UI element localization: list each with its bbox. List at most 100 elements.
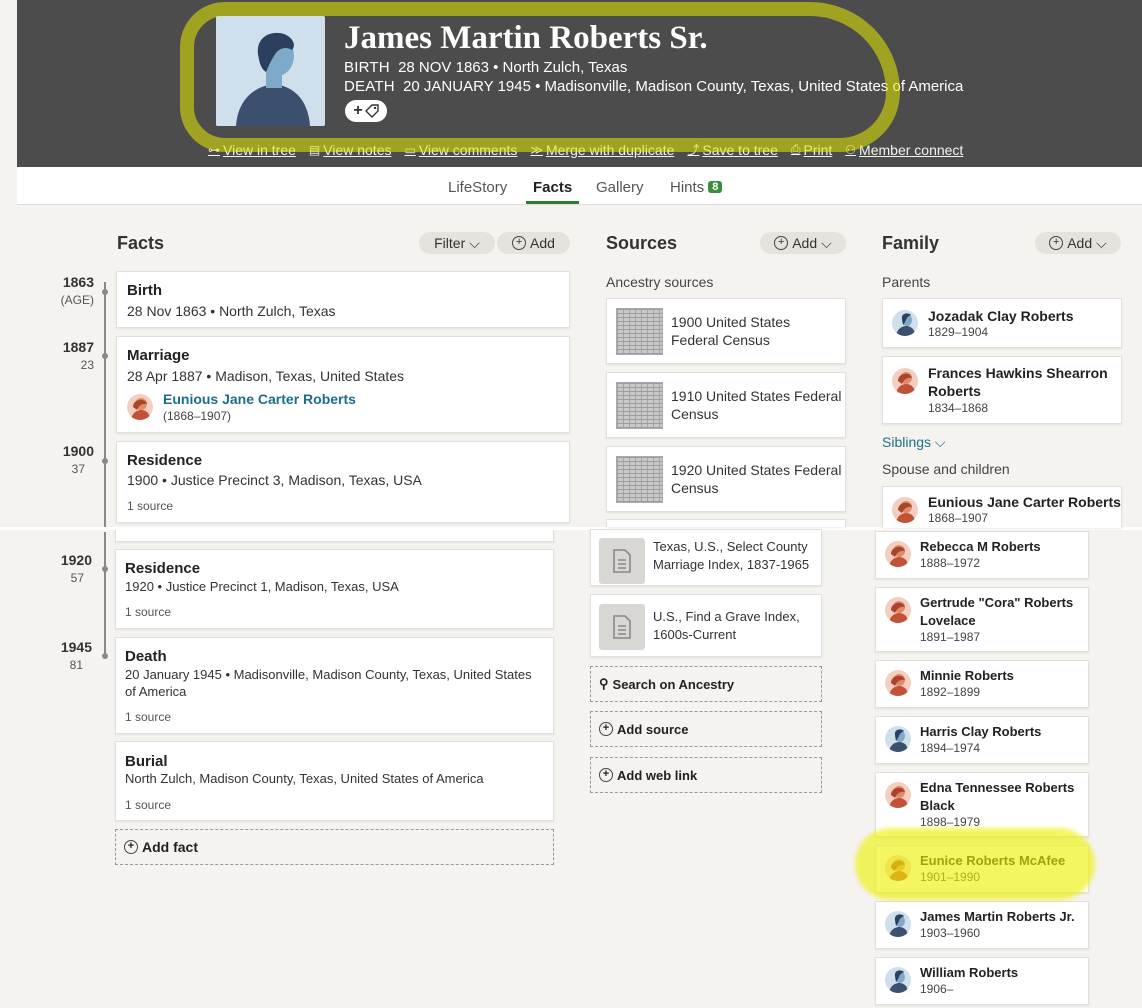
fact-source-count[interactable]: 1 source	[125, 710, 171, 724]
view-notes-label: View notes	[323, 141, 392, 158]
print-icon: ⎙	[790, 142, 801, 156]
document-icon	[599, 538, 645, 584]
add-web-link-label: Add web link	[617, 767, 698, 783]
timeline-year: 1900	[62, 443, 94, 459]
timeline-age: 81	[69, 658, 83, 672]
search-on-ancestry-button[interactable]: ⚲ Search on Ancestry	[590, 666, 822, 702]
family-card-child[interactable]: Harris Clay Roberts 1894–1974	[875, 716, 1089, 764]
fact-source-count[interactable]: 1 source	[125, 605, 171, 619]
tab-hints-label: Hints	[670, 179, 705, 196]
birth-label: BIRTH	[344, 59, 390, 76]
family-card-child[interactable]: William Roberts 1906–	[875, 957, 1089, 1005]
add-fact-button[interactable]: + Add fact	[115, 829, 554, 865]
fact-card-residence-1920[interactable]: Residence 1920 • Justice Precinct 1, Mad…	[115, 549, 554, 629]
family-card-child[interactable]: Edna Tennessee Roberts Black 1898–1979	[875, 772, 1089, 837]
tab-lifestory[interactable]: LifeStory	[448, 179, 507, 196]
fact-detail: 28 Nov 1863 • North Zulch, Texas	[127, 303, 336, 319]
add-source-label: Add source	[617, 721, 689, 737]
ancestry-sources-label: Ancestry sources	[606, 274, 714, 290]
chevron-down-icon: ⌵	[931, 434, 946, 450]
fact-card-birth[interactable]: Birth 28 Nov 1863 • North Zulch, Texas	[116, 271, 570, 328]
family-card-child[interactable]: Eunice Roberts McAfee 1901–1990	[875, 845, 1089, 893]
family-card-mother[interactable]: Frances Hawkins Shearron Roberts 1834–186…	[882, 356, 1122, 424]
fact-title: Marriage	[127, 347, 190, 364]
add-circle-icon: +	[512, 236, 527, 250]
female-avatar-icon	[885, 670, 911, 696]
siblings-label: Siblings	[882, 434, 932, 450]
timeline-dot	[102, 353, 108, 359]
fact-source-count[interactable]: 1 source	[127, 499, 173, 513]
add-web-link-button[interactable]: + Add web link	[590, 757, 822, 793]
fact-detail: 1920 • Justice Precinct 1, Madison, Texa…	[125, 579, 399, 594]
person-dates: 1888–1972	[920, 556, 981, 570]
timeline-year: 1920	[60, 552, 92, 568]
person-portrait[interactable]	[216, 16, 325, 126]
fact-card-marriage[interactable]: Marriage 28 Apr 1887 • Madison, Texas, U…	[116, 336, 570, 433]
view-in-tree-link[interactable]: ⊶ View in tree	[208, 141, 296, 158]
filter-label: Filter	[434, 235, 466, 251]
timeline-age: (AGE)	[60, 293, 94, 307]
timeline-year: 1887	[62, 339, 94, 355]
chevron-down-icon: ⌵	[1096, 234, 1107, 251]
view-notes-link[interactable]: ▤ View notes	[309, 141, 392, 158]
female-avatar-icon	[892, 368, 918, 394]
comments-icon: ▭	[404, 142, 416, 157]
print-link[interactable]: ⎙ Print	[791, 141, 832, 158]
add-label: Add	[530, 235, 555, 251]
timeline-age: 23	[80, 358, 94, 372]
source-title: U.S., Find a Grave Index, 1600s-Current	[653, 609, 800, 642]
male-avatar-icon	[885, 911, 911, 937]
add-tag-button[interactable]: +	[345, 100, 387, 122]
family-card-spouse[interactable]: Eunious Jane Carter Roberts 1868–1907	[882, 486, 1122, 528]
census-thumbnail	[616, 382, 663, 429]
person-dates: 1868–1907	[928, 511, 989, 525]
tab-facts[interactable]: Facts	[533, 179, 572, 196]
person-name: William Roberts	[920, 965, 1019, 980]
fact-card-residence-1900[interactable]: Residence 1900 • Justice Precinct 3, Mad…	[116, 441, 570, 523]
person-dates: 1898–1979	[920, 815, 981, 829]
view-comments-link[interactable]: ▭ View comments	[404, 141, 517, 158]
source-card[interactable]: 1910 United States Federal Census	[606, 372, 846, 438]
add-family-button[interactable]: + Add ⌵	[1035, 232, 1121, 254]
family-card-child[interactable]: Minnie Roberts 1892–1899	[875, 660, 1089, 708]
add-fact-header-button[interactable]: + Add	[497, 232, 570, 254]
card-fragment	[115, 530, 554, 542]
member-connect-link[interactable]: ⚇ Member connect	[845, 141, 963, 158]
fact-title: Burial	[125, 753, 168, 770]
fact-card-death[interactable]: Death 20 January 1945 • Madisonville, Ma…	[115, 637, 554, 734]
fact-card-burial[interactable]: Burial North Zulch, Madison County, Texa…	[115, 741, 554, 821]
person-name: Rebecca M Roberts	[920, 539, 1041, 554]
person-name: Minnie Roberts	[920, 668, 1014, 683]
timeline-dot	[102, 566, 108, 572]
filter-button[interactable]: Filter ⌵	[419, 232, 495, 254]
family-card-child[interactable]: Gertrude "Cora" Roberts Lovelace 1891–1987	[875, 587, 1089, 652]
source-card[interactable]: U.S., Find a Grave Index, 1600s-Current	[590, 594, 822, 657]
add-circle-icon: +	[124, 840, 138, 854]
family-card-father[interactable]: Jozadak Clay Roberts 1829–1904	[882, 298, 1122, 348]
fact-source-count[interactable]: 1 source	[125, 798, 171, 812]
tag-icon	[364, 104, 379, 118]
add-label: Add	[792, 235, 818, 251]
timeline-line	[104, 282, 106, 528]
add-source-button[interactable]: + Add source	[590, 711, 822, 747]
notes-icon: ▤	[308, 142, 321, 157]
merge-icon: ≫	[530, 142, 543, 157]
source-card[interactable]: 1900 United States Federal Census	[606, 298, 846, 364]
tab-hints[interactable]: Hints 8	[670, 179, 723, 196]
facts-heading: Facts	[117, 233, 165, 253]
add-source-header-button[interactable]: + Add ⌵	[760, 232, 846, 254]
family-card-child[interactable]: Rebecca M Roberts 1888–1972	[875, 531, 1089, 579]
save-to-tree-link[interactable]: ⤴ Save to tree	[687, 141, 778, 158]
tab-gallery[interactable]: Gallery	[596, 179, 644, 196]
merge-duplicate-link[interactable]: ≫ Merge with duplicate	[530, 141, 674, 158]
fact-detail: 20 January 1945 • Madisonville, Madison …	[125, 667, 532, 682]
spouse-link[interactable]: Eunious Jane Carter Roberts	[163, 391, 356, 407]
search-icon: ⚲	[599, 676, 609, 691]
source-card[interactable]: Texas, U.S., Select County Marriage Index…	[590, 529, 822, 586]
print-label: Print	[803, 141, 833, 158]
family-card-child[interactable]: James Martin Roberts Jr. 1903–1960	[875, 901, 1089, 949]
siblings-toggle[interactable]: Siblings ⌵	[882, 434, 946, 451]
action-bar: ⊶ View in tree ▤ View notes ▭ View comments…	[208, 141, 963, 158]
source-card[interactable]: 1920 United States Federal Census	[606, 446, 846, 512]
view-in-tree-label: View in tree	[223, 141, 296, 158]
